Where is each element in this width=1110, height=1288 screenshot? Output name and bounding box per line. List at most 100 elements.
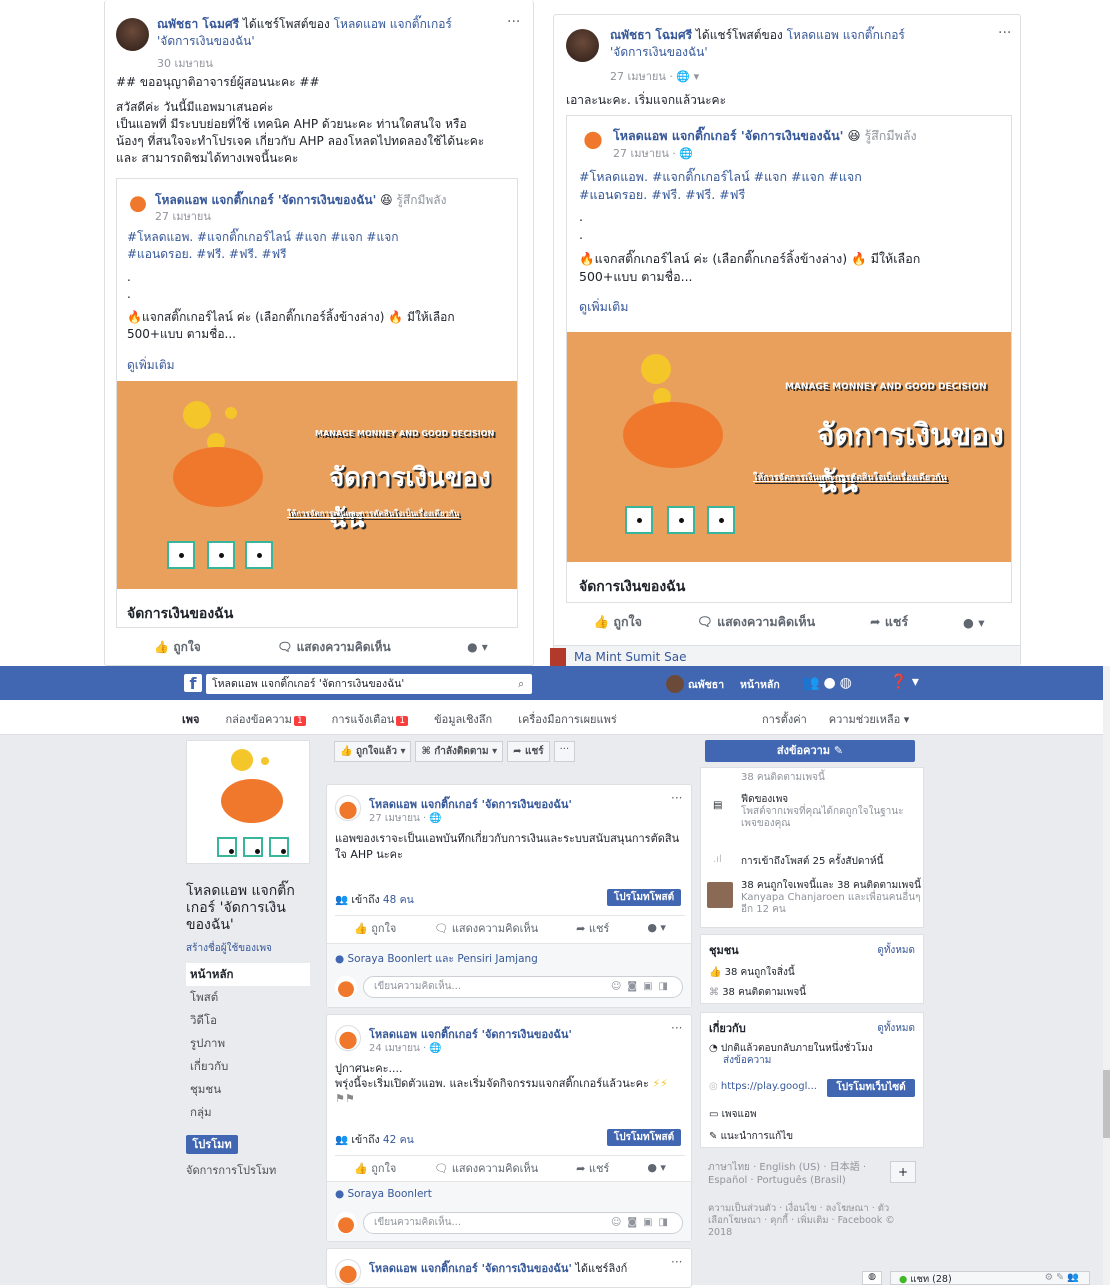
audience-selector[interactable]: ● ▾ [647,921,666,934]
shared-inner-post[interactable]: โหลดแอพ แจกติ๊กเกอร์ 'จัดการเงินของฉัน' … [116,178,518,628]
link-caption[interactable]: จัดการเงินของฉัน [127,603,233,625]
sidebar-item-home[interactable]: หน้าหลัก [186,963,310,986]
comment-button[interactable]: 🗨 แสดงความคิดเห็น [434,1159,538,1177]
sticker-icon[interactable]: ◨ [659,1217,674,1228]
author-name[interactable]: ณพัชธา โฉมศรี [157,17,239,31]
app-banner-image[interactable]: MANAGE MONNEY AND GOOD DECISION จัดการเง… [567,332,1011,562]
page-profile-picture[interactable] [186,740,310,864]
post-date[interactable]: 24 เมษายน · [369,1043,429,1054]
comment-input[interactable]: เขียนความคิดเห็น... ☺◙▣◨ [363,976,683,998]
share-button[interactable]: ➦ แชร์ [576,919,609,937]
tab-notifications[interactable]: การแจ้งเตือน 1 [332,710,409,728]
home-link[interactable]: หน้าหลัก [740,676,780,693]
help-icon[interactable]: ❓ [890,674,907,690]
more-options-icon[interactable]: ··· [671,791,682,805]
community-heading[interactable]: ชุมชน [709,941,739,959]
page-type[interactable]: เพจแอพ [722,1109,757,1120]
friend-avatar[interactable] [707,882,733,908]
search-icon[interactable]: ⌕ [518,674,524,694]
footer-links[interactable]: ความเป็นส่วนตัว · เงื่อนไข · ลงโฆษณา · ต… [708,1203,908,1239]
about-heading[interactable]: เกี่ยวกับ [709,1019,746,1037]
comment-button[interactable]: 🗨 แสดงความคิดเห็น [277,638,391,657]
share-page-button[interactable]: ➦ แชร์ [507,741,550,762]
tab-insights[interactable]: ข้อมูลเชิงลึก [434,710,492,728]
gif-icon[interactable]: ▣ [643,981,658,992]
scrollbar[interactable] [1103,666,1110,1285]
gif-icon[interactable]: ▣ [643,1217,658,1228]
comment-button[interactable]: 🗨 แสดงความคิดเห็น [434,919,538,937]
inner-page-name[interactable]: โหลดแอพ แจกติ๊กเกอร์ 'จัดการเงินของฉัน' [155,193,376,207]
shared-page-quote[interactable]: 'จัดการเงินของฉัน' [610,45,708,59]
audience-selector[interactable]: ● ▾ [467,640,488,654]
share-button[interactable]: ➦ แชร์ [870,612,908,632]
likes-count[interactable]: 38 คนถูกใจสิ่งนี้ [725,967,795,978]
create-username-link[interactable]: สร้างชื่อผู้ใช้ของเพจ [186,941,272,956]
like-button[interactable]: 👍 ถูกใจ [354,919,396,937]
sidebar-item-photos[interactable]: รูปภาพ [186,1032,310,1055]
boost-post-button[interactable]: โปรโมทโพสต์ [607,889,681,906]
post-date[interactable]: 27 เมษายน · [610,70,676,83]
more-page-button[interactable]: ··· [553,741,576,762]
messenger-icon[interactable]: ● [823,675,839,691]
shared-inner-post[interactable]: โหลดแอพ แจกติ๊กเกอร์ 'จัดการเงินของฉัน' … [566,115,1012,603]
tab-publishing-tools[interactable]: เครื่องมือการเผยแพร่ [518,710,617,728]
comment-button[interactable]: 🗨 แสดงความคิดเห็น [697,612,815,632]
audience-selector[interactable]: ● ▾ [963,615,985,630]
inner-date[interactable]: 27 เมษายน [155,207,211,225]
page-avatar[interactable] [127,191,149,213]
author-name[interactable]: ณพัชธา โฉมศรี [610,28,692,42]
manage-promotions-link[interactable]: จัดการการโปรโมท [186,1161,276,1179]
more-options-icon[interactable]: ··· [671,1021,682,1035]
account-menu-icon[interactable]: ▾ [912,674,919,690]
chat-settings-icon[interactable]: ⚙ ✎ 👥 [1045,1272,1079,1283]
emoji-icon[interactable]: ☺ [611,981,627,992]
sidebar-item-groups[interactable]: กลุ่ม [186,1101,310,1124]
tab-page[interactable]: เพจ [182,710,199,728]
chat-search-icon[interactable]: ◍ [862,1271,882,1285]
chat-bar[interactable]: ● แชท (28) ⚙ ✎ 👥 [890,1271,1090,1285]
tab-help[interactable]: ความช่วยเหลือ ▾ [829,710,909,728]
post-date[interactable]: 30 เมษายน [157,54,213,72]
search-input[interactable]: โหลดแอพ แจกติ๊กเกอร์ 'จัดการเงินของฉัน' … [206,674,532,694]
scrollbar-thumb[interactable] [1103,1070,1110,1138]
send-message-button[interactable]: ส่งข้อความ ✎ [705,740,915,762]
liked-button[interactable]: 👍 ถูกใจแล้ว ▾ [334,741,412,762]
tab-inbox[interactable]: กล่องข้อความ 1 [225,710,306,728]
page-avatar[interactable] [335,1259,361,1285]
more-options-icon[interactable]: ··· [671,1255,682,1269]
follows-count[interactable]: 38 คนติดตามเพจนี้ [722,987,806,998]
globe-notification-icon[interactable]: ◍ [840,675,856,691]
facebook-logo-icon[interactable]: f [184,674,202,693]
post-date[interactable]: 27 เมษายน · [369,813,429,824]
inner-page-name[interactable]: โหลดแอพ แจกติ๊กเกอร์ 'จัดการเงินของฉัน' [613,128,843,143]
post-page-name[interactable]: โหลดแอพ แจกติ๊กเกอร์ 'จัดการเงินของฉัน' [369,1262,572,1275]
audience-selector[interactable]: ● ▾ [647,1161,666,1174]
author-avatar[interactable] [566,29,599,62]
friends-icon[interactable]: 👥 [802,675,823,691]
camera-icon[interactable]: ◙ [627,981,643,992]
promote-website-button[interactable]: โปรโมทเว็บไซต์ [827,1079,915,1097]
app-banner-image[interactable]: MANAGE MONNEY AND GOOD DECISION จัดการเง… [117,381,517,589]
page-avatar[interactable] [335,795,361,821]
page-title[interactable]: โหลดแอพ แจกติ๊ก เกอร์ 'จัดการเงิน ของฉัน… [186,883,310,934]
inner-date[interactable]: 27 เมษายน · [613,147,679,160]
likers[interactable]: Soraya Boonlert และ Pensiri Jamjang [348,953,538,965]
comment-input[interactable]: เขียนความคิดเห็น... ☺◙▣◨ [363,1212,683,1234]
user-avatar[interactable] [666,675,684,693]
friends-line[interactable]: Kanyapa Chanjaroen และเพื่อนคนอื่นๆ อีก … [741,892,921,916]
emoji-icon[interactable]: ☺ [611,1217,627,1228]
shared-page-link[interactable]: โหลดแอพ แจกติ๊กเกอร์ [334,17,452,31]
hashtags[interactable]: #โหลดแอพ. #แจกติ๊กเกอร์ไลน์ #แจก #แจก #แ… [127,229,507,246]
link-caption[interactable]: จัดการเงินของฉัน [579,576,685,598]
author-avatar[interactable] [116,18,149,51]
hashtags[interactable]: #แอนดรอย. #ฟรี. #ฟรี. #ฟรี [579,186,999,204]
like-button[interactable]: 👍 ถูกใจ [593,612,642,632]
see-more-link[interactable]: ดูเพิ่มเติม [579,298,999,316]
see-more-link[interactable]: ดูเพิ่มเติม [127,357,507,374]
following-button[interactable]: ⌘ กำลังติดตาม ▾ [415,741,504,762]
more-options-icon[interactable]: ··· [507,14,520,30]
hashtags[interactable]: #โหลดแอพ. #แจกติ๊กเกอร์ไลน์ #แจก #แจก #แ… [579,168,999,186]
about-see-all[interactable]: ดูทั้งหมด [877,1021,915,1036]
website-link[interactable]: https://play.googl... [721,1081,817,1092]
like-button[interactable]: 👍 ถูกใจ [354,1159,396,1177]
